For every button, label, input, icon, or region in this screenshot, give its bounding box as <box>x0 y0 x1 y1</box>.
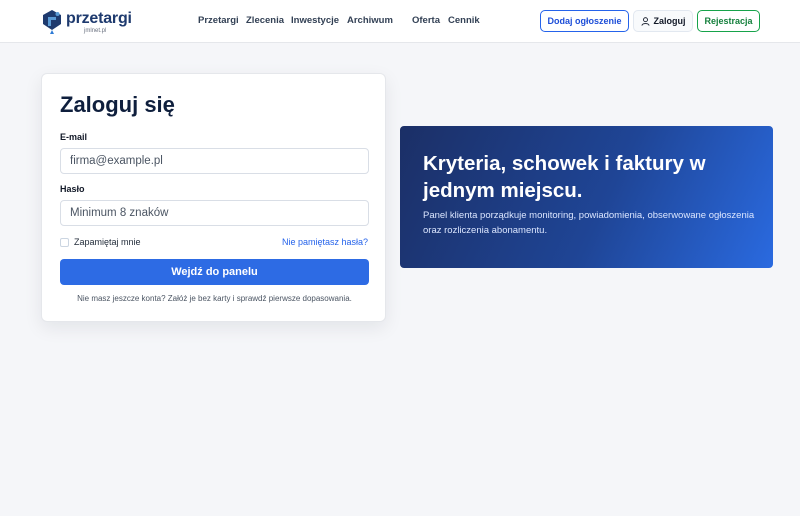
email-label: E-mail <box>60 132 88 142</box>
nav-link-oferta[interactable]: Oferta <box>412 15 440 26</box>
password-field[interactable] <box>60 200 369 226</box>
login-button[interactable]: Zaloguj <box>633 10 693 32</box>
remember-me-label: Zapamiętaj mnie <box>74 237 141 247</box>
user-icon <box>640 16 650 26</box>
remember-me[interactable]: Zapamiętaj mnie <box>60 237 141 247</box>
nav-link-zlecenia[interactable]: Zlecenia <box>246 15 284 26</box>
promo-banner: Kryteria, schowek i faktury w jednym mie… <box>400 126 773 268</box>
login-title: Zaloguj się <box>60 92 175 117</box>
nav-link-przetargi[interactable]: Przetargi <box>198 15 239 26</box>
register-button[interactable]: Rejestracja <box>697 10 760 32</box>
promo-heading: Kryteria, schowek i faktury w jednym mie… <box>423 152 706 202</box>
site-logo[interactable]: przetargi jmlnet.pl <box>40 7 132 37</box>
email-field[interactable] <box>60 148 369 174</box>
logo-subtext: jmlnet.pl <box>84 27 107 34</box>
nav-link-archiwum[interactable]: Archiwum <box>347 15 393 26</box>
submit-login-button[interactable]: Wejdź do panelu <box>60 259 369 285</box>
nav-link-cennik[interactable]: Cennik <box>448 15 480 26</box>
nav-link-inwestycje[interactable]: Inwestycje <box>291 15 339 26</box>
promo-text: Panel klienta porządkuje monitoring, pow… <box>423 210 755 236</box>
login-button-label: Zaloguj <box>653 16 686 26</box>
password-label: Hasło <box>60 184 85 194</box>
remember-me-checkbox[interactable] <box>60 237 69 247</box>
logo-icon <box>43 10 61 34</box>
add-listing-button[interactable]: Dodaj ogłoszenie <box>540 10 629 32</box>
logo-text: przetargi <box>66 9 132 27</box>
top-navigation-bar: przetargi jmlnet.pl Przetargi Zlecenia I… <box>0 0 800 43</box>
login-card: Zaloguj się E-mail Hasło Zapamiętaj mnie… <box>41 73 386 322</box>
forgot-password-link[interactable]: Nie pamiętasz hasła? <box>282 237 368 247</box>
signup-note: Nie masz jeszcze konta? Załóż je bez kar… <box>77 294 352 303</box>
